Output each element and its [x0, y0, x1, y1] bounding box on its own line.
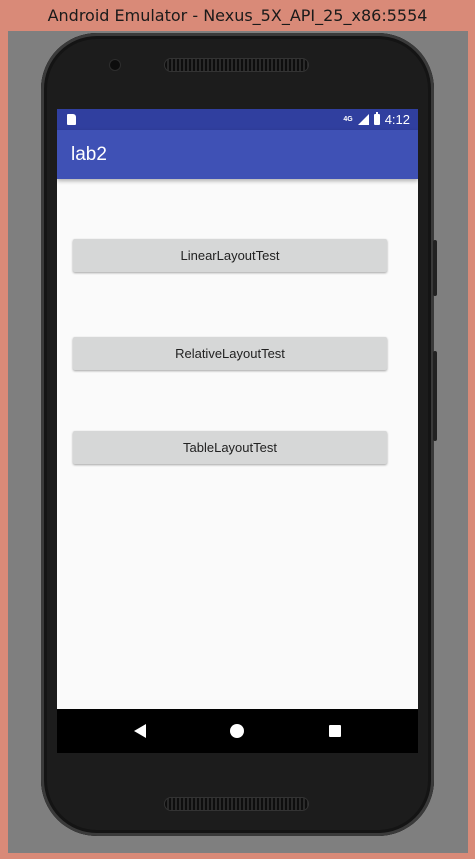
top-speaker: [165, 59, 308, 71]
table-layout-test-button[interactable]: TableLayoutTest: [73, 431, 387, 464]
front-camera: [110, 60, 120, 70]
sd-card-icon: [67, 114, 76, 125]
app-bar: lab2: [57, 130, 418, 179]
power-button[interactable]: [433, 240, 437, 296]
status-bar: 4G 4:12: [57, 109, 418, 130]
signal-icon: [357, 114, 369, 125]
emulator-title-bar: Android Emulator - Nexus_5X_API_25_x86:5…: [0, 0, 475, 31]
recents-icon: [329, 725, 342, 737]
nav-back-button[interactable]: [120, 711, 160, 751]
battery-icon: [373, 112, 380, 125]
nav-recents-button[interactable]: [315, 711, 355, 751]
network-type-label: 4G: [343, 116, 353, 123]
status-time: 4:12: [384, 112, 410, 127]
device-screen: 4G 4:12 lab2 LinearLayoutTest RelativeLa…: [57, 109, 418, 753]
nav-home-button[interactable]: [217, 711, 257, 751]
relative-layout-test-button[interactable]: RelativeLayoutTest: [73, 337, 387, 370]
emulator-window-title: Android Emulator - Nexus_5X_API_25_x86:5…: [47, 6, 428, 25]
navigation-bar: [57, 709, 418, 753]
bottom-speaker: [165, 798, 308, 810]
home-icon: [230, 724, 245, 738]
linear-layout-test-button[interactable]: LinearLayoutTest: [73, 239, 387, 272]
main-content: LinearLayoutTest RelativeLayoutTest Tabl…: [57, 179, 418, 709]
volume-rocker[interactable]: [433, 351, 437, 441]
back-icon: [133, 724, 146, 738]
app-title: lab2: [71, 143, 107, 165]
